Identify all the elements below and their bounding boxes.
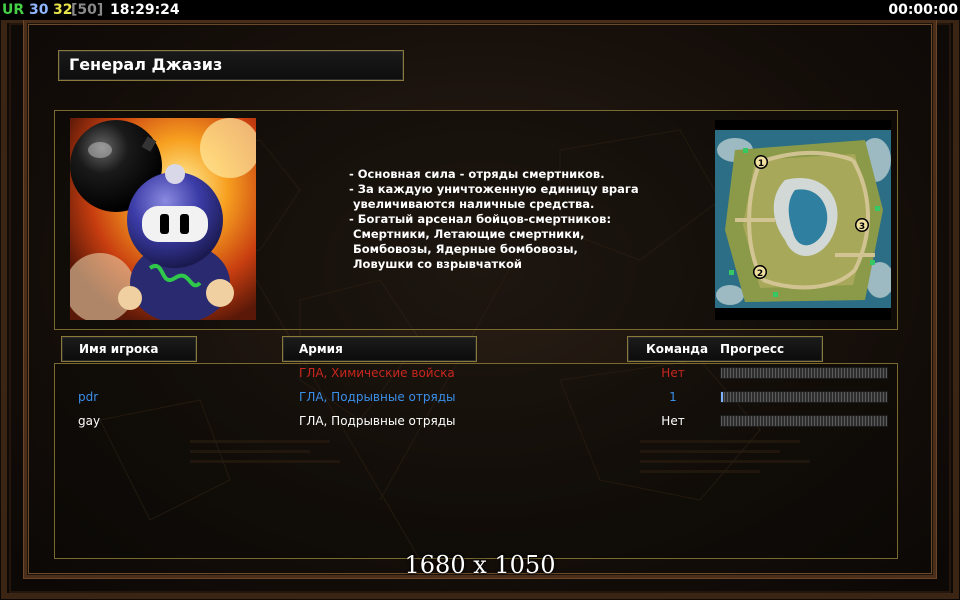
- column-header-army[interactable]: Армия: [282, 336, 477, 362]
- loading-progress-bar: [720, 415, 888, 427]
- progress-fill: [721, 392, 723, 402]
- description-line: Бомбовозы, Ядерные бомбовозы,: [353, 242, 578, 256]
- player-row: ГЛА, Химические войска Нет: [0, 364, 960, 384]
- player-name: gay: [78, 414, 101, 428]
- map-preview: 1 2 3: [715, 120, 891, 320]
- player-army: ГЛА, Подрывные отряды: [299, 414, 456, 428]
- loading-progress-bar: [720, 367, 888, 379]
- column-header-player[interactable]: Имя игрока: [61, 336, 197, 362]
- player-row: gay ГЛА, Подрывные отряды Нет: [0, 412, 960, 432]
- description-line: Смертники, Летающие смертники,: [353, 227, 585, 241]
- loading-progress-bar: [720, 391, 888, 403]
- player-team: Нет: [661, 366, 685, 380]
- player-row: pdr ГЛА, Подрывные отряды 1: [0, 388, 960, 408]
- resolution-caption: 1680 x 1050: [404, 551, 556, 579]
- status-bar: UR 30 32 [50] 18:29:24 00:00:00: [0, 0, 960, 20]
- description-line: - Основная сила - отряды смертников.: [349, 167, 605, 181]
- start-position-1: 1: [758, 159, 764, 169]
- unit-label: UR: [2, 2, 25, 18]
- player-army: ГЛА, Подрывные отряды: [299, 390, 456, 404]
- column-header-progress[interactable]: Прогресс: [720, 337, 784, 361]
- description-line: - Богатый арсенал бойцов-смертников:: [349, 212, 612, 226]
- general-title: Генерал Джазиз: [58, 50, 404, 81]
- system-clock: 18:29:24: [110, 2, 180, 18]
- fps-counter: 30: [29, 2, 49, 18]
- player-name: pdr: [78, 390, 99, 404]
- game-timer: 00:00:00: [888, 2, 958, 18]
- column-header-team-progress: Команда Прогресс: [627, 336, 823, 362]
- start-position-2: 2: [757, 269, 763, 279]
- description-line: - За каждую уничтоженную единицу врага: [349, 182, 639, 196]
- max-value: [50]: [71, 2, 104, 18]
- general-description: - Основная сила - отряды смертников. - З…: [349, 167, 649, 272]
- player-army: ГЛА, Химические войска: [299, 366, 455, 380]
- general-portrait: [70, 118, 256, 320]
- description-line: увеличиваются наличные средства.: [353, 197, 595, 211]
- player-team: Нет: [661, 414, 685, 428]
- current-value: 32: [53, 2, 73, 18]
- column-header-team[interactable]: Команда: [646, 337, 708, 361]
- player-team: 1: [669, 390, 677, 404]
- description-line: Ловушки со взрывчаткой: [353, 257, 522, 271]
- start-position-3: 3: [859, 222, 865, 232]
